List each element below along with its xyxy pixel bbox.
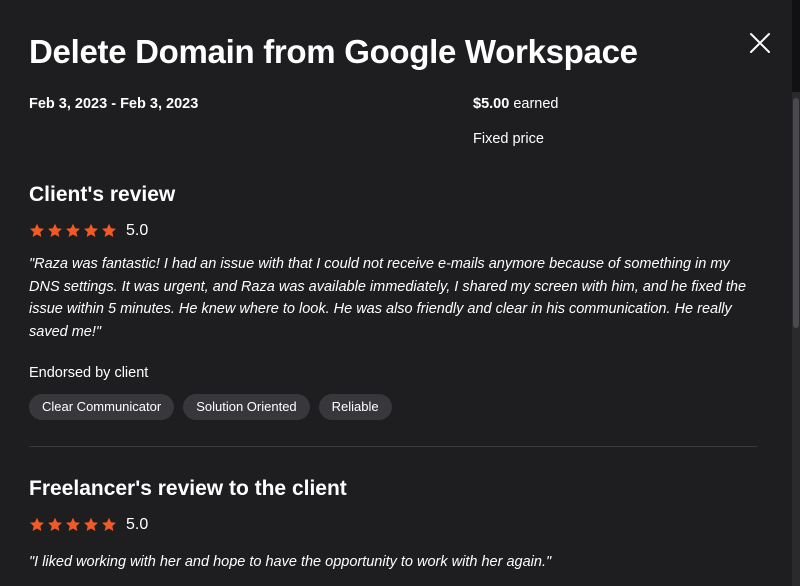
endorsement-chip: Clear Communicator	[29, 394, 175, 420]
scrollbar[interactable]	[792, 92, 800, 586]
star-icon	[83, 517, 99, 533]
job-details-modal: Delete Domain from Google Workspace Feb …	[0, 0, 792, 586]
freelancer-rating: 5.0	[29, 515, 148, 535]
client-review-heading: Client's review	[29, 183, 176, 206]
star-icon	[65, 517, 81, 533]
star-icon	[47, 223, 63, 239]
section-divider	[29, 446, 757, 447]
close-button[interactable]	[746, 29, 774, 57]
earned-suffix: earned	[509, 96, 559, 112]
close-icon	[750, 33, 770, 53]
star-icon	[101, 517, 117, 533]
star-icon	[65, 223, 81, 239]
star-icon	[83, 223, 99, 239]
earned-amount: $5.00	[473, 96, 510, 112]
freelancer-review-heading: Freelancer's review to the client	[29, 477, 347, 500]
price-type: Fixed price	[473, 131, 544, 147]
endorsed-label: Endorsed by client	[29, 365, 149, 381]
endorsement-chips: Clear Communicator Solution Oriented Rel…	[29, 394, 392, 420]
client-rating: 5.0	[29, 221, 148, 241]
earned-summary: $5.00 earned	[473, 95, 558, 113]
scrollbar-thumb[interactable]	[793, 98, 799, 328]
page-title: Delete Domain from Google Workspace	[29, 33, 638, 70]
contract-dates: Feb 3, 2023 - Feb 3, 2023	[29, 96, 199, 112]
client-rating-value: 5.0	[126, 222, 149, 239]
freelancer-rating-value: 5.0	[126, 516, 149, 533]
endorsement-chip: Reliable	[318, 394, 392, 420]
star-icon	[101, 223, 117, 239]
freelancer-rating-stars	[29, 517, 117, 533]
freelancer-review-text: "I liked working with her and hope to ha…	[29, 554, 552, 570]
star-icon	[29, 517, 45, 533]
endorsement-chip: Solution Oriented	[183, 394, 310, 420]
star-icon	[47, 517, 63, 533]
client-review-text: "Raza was fantastic! I had an issue with…	[29, 256, 747, 340]
star-icon	[29, 223, 45, 239]
client-rating-stars	[29, 223, 117, 239]
